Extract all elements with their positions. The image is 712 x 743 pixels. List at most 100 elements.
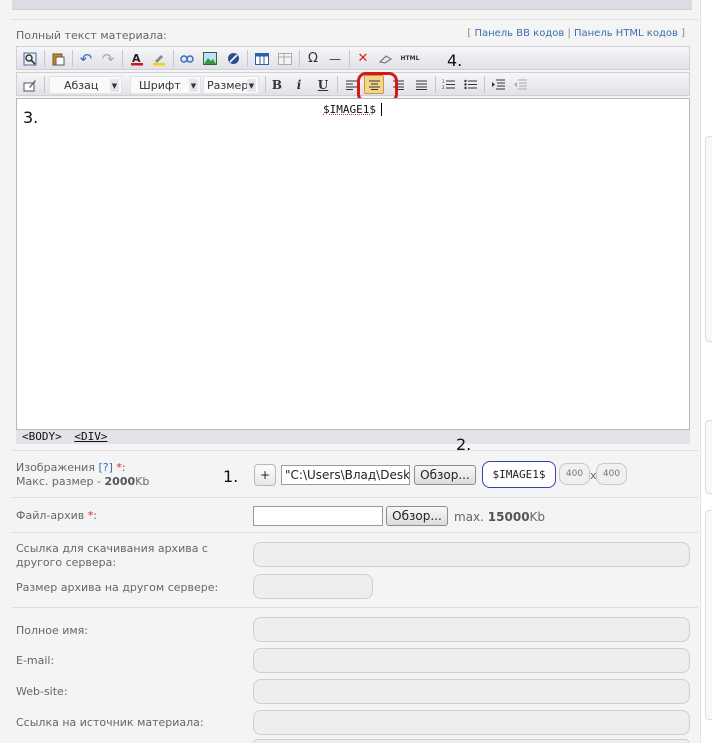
bracket-close: ]: [681, 28, 685, 39]
archive-size-label: Размер архива на другом сервере:: [16, 581, 219, 594]
bracket-open: [: [467, 28, 472, 39]
archive-max-value: 15000: [487, 510, 530, 524]
images-label-colon: :: [121, 461, 126, 474]
undo-icon[interactable]: ↶: [76, 49, 96, 68]
text-color-icon[interactable]: A: [127, 49, 147, 68]
bb-panel-link[interactable]: Панель BB кодов: [474, 28, 564, 39]
annotation-1: 1.: [223, 467, 239, 486]
next-field-input[interactable]: [253, 739, 690, 743]
toolbar-separator: [265, 76, 266, 93]
format-select-value: Абзац: [64, 78, 99, 92]
archive-label-text: Файл-архив: [16, 509, 85, 522]
email-input[interactable]: [253, 648, 690, 673]
link-icon[interactable]: [177, 49, 197, 68]
annotation-3: 3.: [23, 108, 39, 127]
full-name-input[interactable]: [253, 617, 690, 642]
table-icon[interactable]: [252, 49, 272, 68]
edit-table-icon[interactable]: [275, 49, 295, 68]
right-sidebar-edge: [700, 0, 712, 743]
annotation-4: 4.: [447, 51, 463, 70]
image-width-input[interactable]: 400: [559, 463, 590, 485]
images-max-unit: Kb: [135, 475, 150, 488]
editor-toolbar-bottom: Абзац ▼ Шрифт ▼ Размер ▼ B i U 12: [16, 72, 690, 96]
images-help-link[interactable]: [?]: [98, 461, 112, 474]
font-select[interactable]: Шрифт ▼: [130, 76, 201, 94]
outdent-icon[interactable]: [510, 75, 530, 94]
top-strip: [12, 0, 692, 10]
paste-icon[interactable]: [48, 49, 68, 68]
toolbar-separator: [247, 50, 248, 67]
path-div[interactable]: <DIV>: [74, 430, 107, 443]
editor-content-area[interactable]: $IMAGE1$: [16, 98, 690, 430]
image-browse-button[interactable]: Обзор...: [414, 465, 476, 485]
divider: [12, 450, 698, 451]
chevron-down-icon: ▼: [189, 79, 198, 92]
remove-format-icon[interactable]: ✕: [353, 49, 373, 68]
archive-label: Файл-архив *:: [16, 509, 97, 523]
add-image-button[interactable]: +: [254, 464, 276, 486]
images-label-text: Изображения: [16, 461, 95, 474]
bold-button[interactable]: B: [267, 75, 287, 94]
toolbar-separator: [44, 76, 45, 93]
unordered-list-icon[interactable]: [460, 75, 480, 94]
image-file-input[interactable]: "C:\Users\Влад\Deskto: [281, 465, 410, 485]
divider: [12, 607, 698, 608]
highlight-icon[interactable]: [149, 49, 169, 68]
html-panel-link[interactable]: Панель HTML кодов: [574, 28, 678, 39]
source-input[interactable]: [253, 710, 690, 735]
toolbar-separator: [484, 76, 485, 93]
panel-links: [ Панель BB кодов | Панель HTML кодов ]: [467, 28, 685, 39]
divider: [12, 19, 698, 20]
redo-icon[interactable]: ↷: [98, 49, 118, 68]
full-text-label: Полный текст материала:: [16, 29, 167, 42]
toolbar-separator: [337, 76, 338, 93]
editor-statusbar: <BODY> <DIV>: [16, 430, 690, 444]
align-justify-icon[interactable]: [411, 75, 431, 94]
image-tag-badge[interactable]: $IMAGE1$: [482, 461, 556, 488]
website-label: Web-site:: [16, 685, 68, 698]
archive-file-input[interactable]: [253, 506, 383, 526]
download-link-input[interactable]: [253, 542, 690, 567]
paragraph-format-select[interactable]: Абзац ▼: [49, 76, 122, 94]
special-char-icon[interactable]: Ω: [303, 49, 323, 68]
style-edit-icon[interactable]: [20, 75, 40, 94]
divider: [12, 532, 698, 533]
italic-button[interactable]: i: [289, 75, 309, 94]
svg-text:2: 2: [442, 85, 445, 90]
unlink-icon[interactable]: [223, 49, 243, 68]
images-max-prefix: Макс. размер -: [16, 475, 102, 488]
size-select-value: Размер: [207, 78, 249, 92]
download-link-label: Ссылка для скачивания архива с другого с…: [16, 542, 208, 569]
sidebar-card: [705, 420, 712, 494]
website-input[interactable]: [253, 679, 690, 704]
horizontal-rule-icon[interactable]: —: [325, 49, 345, 68]
images-label: Изображения [?] *: Макс. размер - 2000Kb: [16, 461, 149, 489]
indent-icon[interactable]: [488, 75, 508, 94]
chevron-down-icon: ▼: [247, 79, 256, 92]
archive-size-input[interactable]: [253, 574, 373, 599]
eraser-icon[interactable]: [375, 49, 395, 68]
text-caret: [381, 103, 382, 116]
toolbar-separator: [122, 50, 123, 67]
html-source-icon[interactable]: HTML: [398, 49, 422, 68]
sidebar-card: [705, 136, 712, 342]
link-separator: |: [567, 28, 571, 39]
font-select-value: Шрифт: [139, 78, 181, 92]
image-height-input[interactable]: 400: [596, 463, 627, 485]
divider: [12, 497, 698, 498]
toolbar-separator: [44, 50, 45, 67]
size-select[interactable]: Размер ▼: [203, 76, 259, 94]
underline-button[interactable]: U: [313, 75, 333, 94]
editor-toolbar-top: ↶ ↷ A Ω — ✕ HTML: [16, 46, 690, 70]
toolbar-separator: [173, 50, 174, 67]
annotation-2: 2.: [456, 435, 472, 454]
toolbar-separator: [72, 50, 73, 67]
find-icon[interactable]: [20, 49, 40, 68]
svg-text:1: 1: [442, 79, 445, 84]
image-icon[interactable]: [200, 49, 220, 68]
archive-browse-button[interactable]: Обзор...: [386, 506, 448, 526]
path-body[interactable]: <BODY>: [22, 430, 62, 443]
ordered-list-icon[interactable]: 12: [438, 75, 458, 94]
toolbar-separator: [349, 50, 350, 67]
archive-max-unit: Kb: [529, 510, 546, 524]
